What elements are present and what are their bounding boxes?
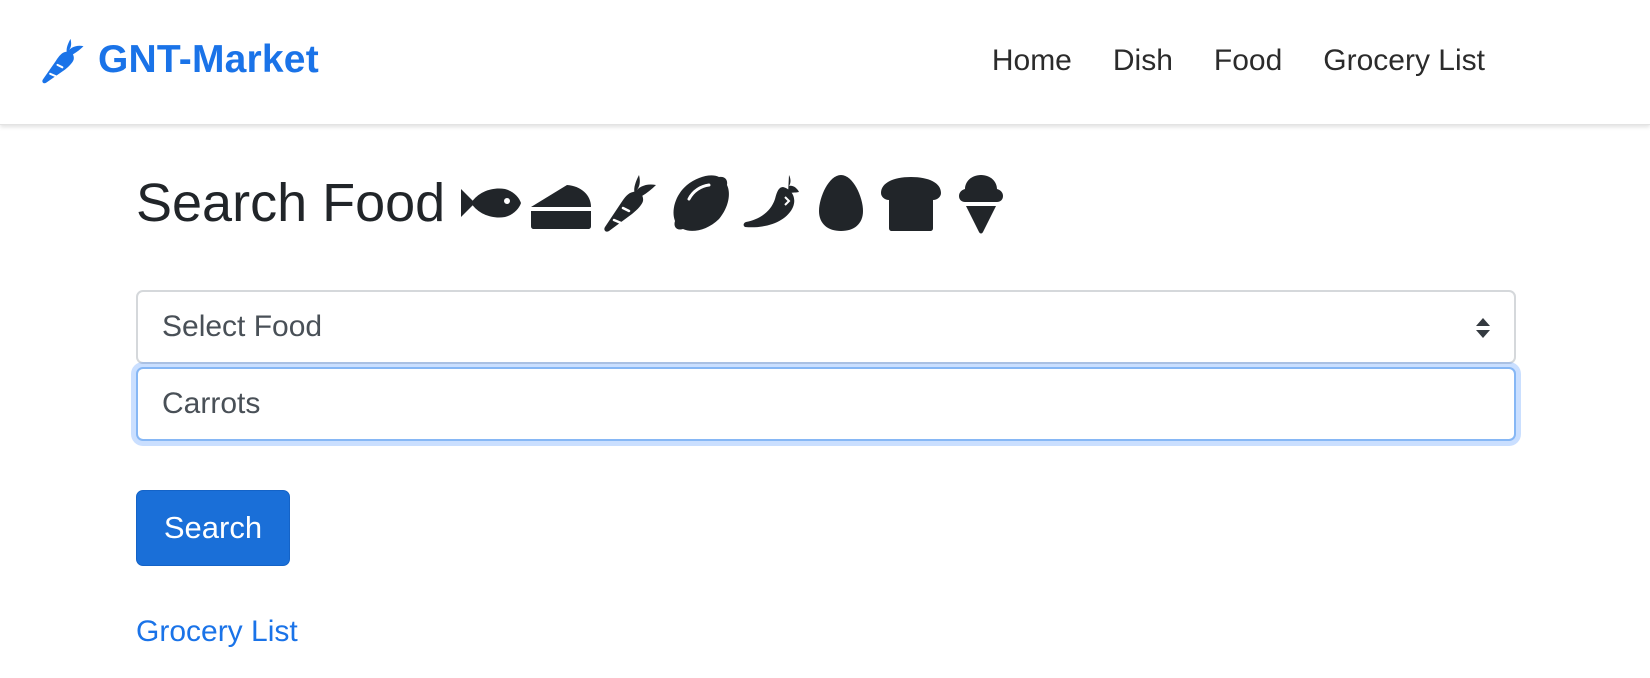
search-button[interactable]: Search <box>136 490 290 566</box>
food-icons <box>459 171 1019 235</box>
select-arrows-icon <box>1474 316 1492 340</box>
food-select[interactable]: Select Food <box>136 290 1516 364</box>
title-row: Search Food <box>136 165 1019 240</box>
main-nav: Home Dish Food Grocery List <box>992 38 1485 84</box>
nav-food[interactable]: Food <box>1214 44 1282 78</box>
food-select-value: Select Food <box>162 310 323 343</box>
nav-dish[interactable]: Dish <box>1113 44 1173 78</box>
carrot-icon <box>38 34 90 86</box>
nav-grocery-list[interactable]: Grocery List <box>1323 44 1485 78</box>
fish-icon <box>459 171 523 235</box>
grocery-list-link[interactable]: Grocery List <box>136 615 298 649</box>
page-title: Search Food <box>136 172 446 233</box>
brand-link[interactable]: GNT-Market <box>38 30 319 90</box>
ice-cream-icon <box>949 171 1013 235</box>
egg-icon <box>809 171 873 235</box>
food-search-input[interactable] <box>136 367 1516 441</box>
pepper-icon <box>739 171 803 235</box>
nav-home[interactable]: Home <box>992 44 1072 78</box>
lemon-icon <box>669 171 733 235</box>
cheese-icon <box>529 171 593 235</box>
bread-icon <box>879 171 943 235</box>
navbar: GNT-Market Home Dish Food Grocery List <box>0 0 1650 125</box>
brand-name: GNT-Market <box>98 38 319 81</box>
carrot-icon <box>599 171 663 235</box>
